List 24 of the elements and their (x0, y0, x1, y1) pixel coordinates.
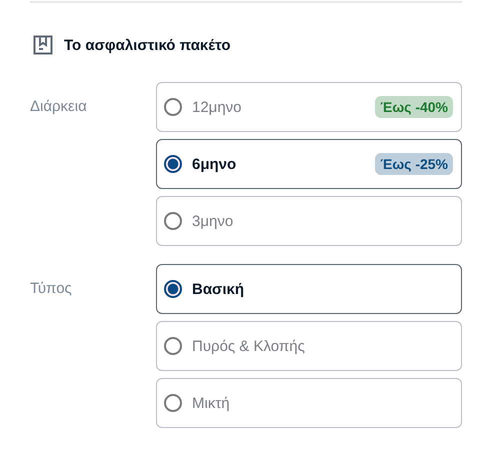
radio-icon (164, 337, 182, 355)
radio-option[interactable]: Μικτή (156, 378, 462, 428)
radio-option[interactable]: 3μηνο (156, 196, 462, 246)
field-label: Διάρκεια (30, 97, 88, 115)
section-title: Το ασφαλιστικό πακέτο (64, 36, 231, 54)
option-label: 3μηνο (192, 212, 234, 230)
radio-option[interactable]: 12μηνο Έως -40% (156, 82, 462, 132)
radio-icon (164, 212, 182, 230)
option-label: 12μηνο (192, 98, 243, 116)
discount-tag: Έως -25% (375, 153, 453, 175)
field-label: Τύπος (30, 279, 73, 297)
option-label: Μικτή (192, 394, 231, 412)
radio-icon (164, 280, 182, 298)
discount-tag: Έως -40% (375, 96, 453, 118)
option-label: Βασική (192, 280, 246, 298)
bookmark-box-icon (33, 35, 53, 55)
option-label: 6μηνο (192, 156, 238, 172)
radio-option[interactable]: Βασική (156, 264, 462, 314)
radio-icon (164, 155, 182, 173)
option-label: Πυρός & Κλοπής (192, 338, 306, 354)
radio-option[interactable]: 6μηνο Έως -25% (156, 139, 462, 189)
radio-option[interactable]: Πυρός & Κλοπής (156, 321, 462, 371)
radio-icon (164, 98, 182, 116)
radio-icon (164, 394, 182, 412)
